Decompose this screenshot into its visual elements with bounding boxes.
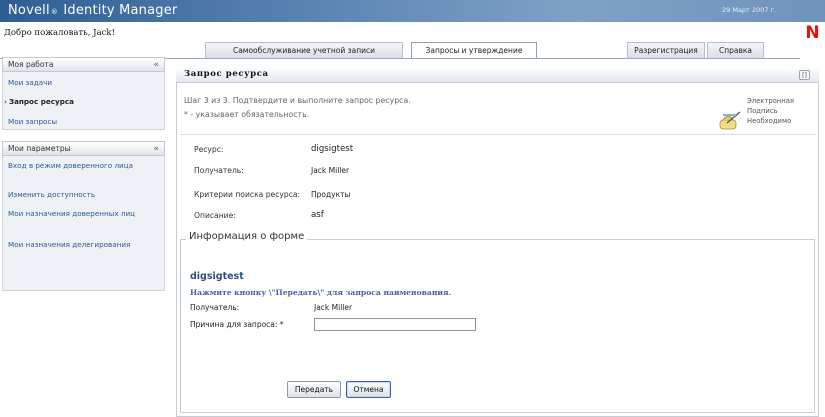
sidebar-settings-box — [2, 156, 165, 291]
description-label: Описание: — [194, 211, 236, 220]
form-instruction: Нажмите кнопку \"Передать\" для запроса … — [190, 288, 452, 297]
resource-label: Ресурс: — [194, 145, 224, 154]
signature-pen-icon — [719, 111, 741, 130]
sidebar-header-settings-label: Мои параметры — [8, 144, 71, 153]
novell-logo-icon: N — [805, 23, 820, 43]
sidebar-item-availability[interactable]: Изменить доступность — [8, 190, 156, 200]
reason-label: Причина для запроса: * — [190, 320, 284, 329]
esignature-line1: Электронная — [747, 97, 794, 105]
sidebar-item-my-requests[interactable]: Мои запросы — [8, 117, 156, 127]
esignature-line3: Необходимо — [747, 117, 792, 125]
reason-input[interactable] — [314, 318, 476, 331]
search-criteria-value: Продукты — [311, 190, 351, 199]
description-value: asf — [311, 210, 324, 220]
form-recipient-label: Получатель: — [190, 303, 240, 312]
header-bar: Novell® Identity Manager 29 Март 2007 г. — [0, 0, 825, 22]
resource-value: digsigtest — [311, 144, 354, 154]
sidebar-item-my-tasks[interactable]: Мои задачи — [8, 78, 156, 88]
brand-prefix: Novell — [8, 3, 50, 18]
step-text: Шаг 3 из 3. Подтвердите и выполните запр… — [184, 96, 411, 105]
tab-self-service[interactable]: Самообслуживание учетной записи — [205, 42, 403, 59]
registered-mark: ® — [50, 8, 58, 16]
sidebar-item-delegation-assignments[interactable]: Мои назначения делегирования — [8, 240, 156, 250]
submit-button[interactable]: Передать — [287, 381, 341, 398]
collapse-icon[interactable]: « — [153, 142, 159, 156]
welcome-text: Добро пожаловать, Jack! — [4, 28, 115, 38]
welcome-row: Добро пожаловать, Jack! — [0, 22, 800, 44]
section-divider — [180, 134, 816, 135]
search-criteria-label: Критерии поиска ресурса: — [194, 190, 301, 199]
sidebar-item-proxy-mode[interactable]: Вход в режим доверенного лица — [8, 161, 156, 171]
sidebar-header-work[interactable]: Моя работа « — [2, 57, 165, 72]
reason-label-text: Причина для запроса: — [190, 320, 278, 329]
sidebar-item-proxy-assignments[interactable]: Мои назначения доверенных лиц — [8, 209, 156, 219]
current-marker-icon: › — [4, 97, 7, 106]
tab-logout[interactable]: Разрегистрация — [627, 42, 705, 59]
tab-help[interactable]: Справка — [707, 42, 764, 59]
recipient-value: Jack Miller — [311, 166, 350, 175]
collapse-icon[interactable]: « — [153, 58, 159, 72]
form-title: digsigtest — [190, 271, 244, 282]
sidebar-item-request-resource[interactable]: › Запрос ресурса — [4, 97, 152, 107]
app-brand: Novell® Identity Manager — [8, 3, 177, 18]
required-note: * - указывает обязательность. — [184, 110, 310, 119]
panel-title: Запрос ресурса — [176, 66, 819, 83]
sidebar-header-settings[interactable]: Мои параметры « — [2, 141, 165, 156]
cancel-button[interactable]: Отмена — [346, 381, 391, 398]
esignature-line2: Подпись — [747, 107, 778, 115]
form-info-legend: Информация о форме — [186, 231, 308, 242]
tab-requests[interactable]: Запросы и утверждение — [411, 42, 537, 59]
esignature-note: Электронная Подпись Необходимо — [747, 96, 794, 126]
required-asterisk: * — [279, 320, 284, 329]
header-date: 29 Март 2007 г. — [722, 6, 776, 14]
sidebar-header-work-label: Моя работа — [8, 60, 54, 69]
form-recipient-value: Jack Miller — [314, 303, 353, 312]
recipient-label: Получатель: — [194, 166, 244, 175]
sidebar-item-label: Запрос ресурса — [8, 97, 74, 106]
panel-maximize-icon[interactable]: [] — [799, 70, 810, 80]
brand-suffix: Identity Manager — [63, 3, 178, 18]
